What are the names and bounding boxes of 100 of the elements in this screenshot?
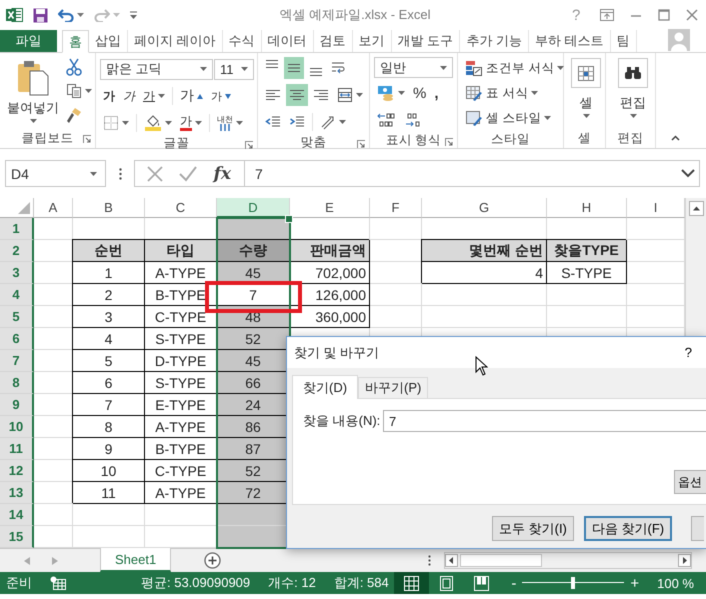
sheet-tab[interactable]: Sheet1 (100, 548, 172, 572)
find-input[interactable]: 7 (383, 410, 706, 432)
file-tab[interactable]: 파일 (0, 30, 57, 52)
column-header[interactable]: E (290, 198, 370, 218)
column-header[interactable]: B (73, 198, 145, 218)
cut-icon[interactable] (65, 58, 83, 76)
table-header-cell: 찾을TYPE (547, 240, 627, 262)
format-painter-icon[interactable] (65, 106, 83, 124)
collapse-ribbon-icon[interactable] (671, 135, 680, 141)
phonetic-guide-button[interactable]: 내천 (214, 112, 246, 134)
help-button[interactable]: ? (678, 344, 698, 361)
row-header[interactable]: 1 (0, 218, 34, 240)
font-size-dropdown[interactable]: 11 (214, 58, 254, 80)
zoom-slider[interactable] (522, 577, 624, 589)
row-header[interactable]: 14 (0, 504, 34, 526)
normal-view-button[interactable] (394, 572, 430, 594)
ribbon-tab[interactable]: 삽입 (89, 30, 128, 52)
scroll-up-icon[interactable] (688, 201, 704, 216)
table-cell: 9 (73, 438, 145, 460)
row-header[interactable]: 4 (0, 284, 34, 306)
center-button[interactable] (286, 84, 308, 106)
dialog-button[interactable]: 다음 찾기(F) (584, 516, 672, 541)
split-handle-icon[interactable] (428, 555, 431, 566)
scroll-left-icon[interactable] (445, 554, 458, 567)
scrollbar-thumb[interactable] (460, 554, 542, 567)
dialog-launcher-icon[interactable] (357, 140, 365, 148)
underline-button[interactable]: 가 (140, 85, 168, 107)
column-header[interactable]: I (627, 198, 685, 218)
more-icon[interactable] (119, 168, 122, 180)
dialog-launcher-icon[interactable] (245, 141, 253, 149)
dialog-tab[interactable]: 찾기(D) (292, 375, 358, 399)
ribbon-tab[interactable]: 검토 (314, 30, 353, 52)
bold-button[interactable]: 가 (100, 85, 118, 107)
close-icon[interactable] (686, 9, 698, 21)
comma-style-button[interactable]: , (431, 82, 442, 104)
group-label: 편집 (618, 130, 644, 147)
undo-button[interactable] (58, 8, 84, 22)
row-header[interactable]: 6 (0, 328, 34, 350)
zoom-slider-thumb[interactable] (571, 577, 576, 589)
insert-function-button[interactable]: fx (212, 164, 234, 184)
row-header[interactable]: 9 (0, 394, 34, 416)
row-header[interactable]: 5 (0, 306, 34, 328)
font-color-button[interactable]: 가 (177, 112, 205, 134)
table-cell: D-TYPE (145, 350, 217, 372)
ribbon-tab[interactable]: 데이터 (262, 30, 314, 52)
excel-logo-icon[interactable] (6, 7, 23, 23)
row-header[interactable]: 8 (0, 372, 34, 394)
dialog-launcher-icon[interactable] (445, 138, 453, 146)
maximize-icon[interactable] (658, 9, 670, 21)
editing-button[interactable]: 편집 (615, 56, 651, 129)
column-header[interactable]: F (370, 198, 422, 218)
row-header[interactable]: 13 (0, 482, 34, 504)
row-header[interactable]: 3 (0, 262, 34, 284)
row-header[interactable]: 15 (0, 526, 34, 548)
expand-icon[interactable] (681, 169, 695, 178)
font-name-dropdown[interactable]: 맑은 고딕 (100, 58, 213, 80)
ribbon-tab[interactable]: 페이지 레이아 (128, 30, 223, 52)
column-header[interactable]: D (217, 198, 290, 218)
zoom-out-button[interactable]: - (507, 574, 520, 592)
save-icon[interactable] (33, 8, 48, 22)
paste-button[interactable]: 붙여넣기 (4, 56, 62, 129)
dialog-button[interactable]: 모두 찾기(I) (492, 516, 574, 541)
ribbon-tab[interactable]: 개발 도구 (392, 30, 460, 52)
decrease-font-size-button[interactable]: 가 (208, 85, 234, 107)
ribbon-display-options-icon[interactable] (600, 9, 614, 21)
column-header[interactable]: A (34, 198, 73, 218)
scroll-right-icon[interactable] (678, 554, 691, 567)
ribbon-tab[interactable]: 수식 (222, 30, 262, 52)
table-cell: 2 (73, 284, 145, 306)
column-header[interactable]: C (145, 198, 217, 218)
italic-button[interactable]: 가 (120, 85, 138, 107)
column-header[interactable]: G (422, 198, 547, 218)
row-header[interactable]: 7 (0, 350, 34, 372)
ribbon-tab[interactable]: 부하 테스트 (528, 30, 610, 52)
ribbon-tab[interactable]: 홈 (62, 30, 89, 53)
row-header[interactable]: 2 (0, 240, 34, 262)
cells-button[interactable]: 셀 (568, 56, 604, 129)
formula-input[interactable]: 7 (245, 160, 700, 187)
column-header[interactable]: H (547, 198, 627, 218)
row-header[interactable]: 12 (0, 460, 34, 482)
macro-record-icon[interactable] (50, 576, 66, 590)
customize-toolbar-icon[interactable] (130, 11, 137, 19)
row-header[interactable]: 11 (0, 438, 34, 460)
cell-styles-button[interactable]: 셀 스타일 (462, 106, 568, 130)
format-as-table-button[interactable]: 표 서식 (462, 81, 568, 105)
row-header[interactable]: 10 (0, 416, 34, 438)
middle-align-button[interactable] (284, 57, 304, 79)
options-button[interactable]: 옵션 (674, 470, 706, 494)
name-box[interactable]: D4 (5, 160, 106, 187)
number-format-dropdown[interactable]: 일반 (374, 57, 453, 78)
ribbon-tab[interactable]: 추가 기능 (460, 30, 529, 52)
conditional-formatting-button[interactable]: 조건부 서식 (462, 56, 568, 80)
dialog-tab[interactable]: 바꾸기(P) (358, 377, 428, 398)
zoom-in-button[interactable]: + (626, 574, 644, 592)
ribbon-tab[interactable]: 팀 (610, 30, 636, 52)
percent-style-button[interactable]: % (410, 82, 430, 104)
increase-font-size-button[interactable]: 가 (177, 85, 206, 107)
add-sheet-icon[interactable] (204, 552, 222, 569)
dialog-launcher-icon[interactable] (83, 135, 91, 143)
ribbon-tab[interactable]: 보기 (352, 30, 392, 52)
